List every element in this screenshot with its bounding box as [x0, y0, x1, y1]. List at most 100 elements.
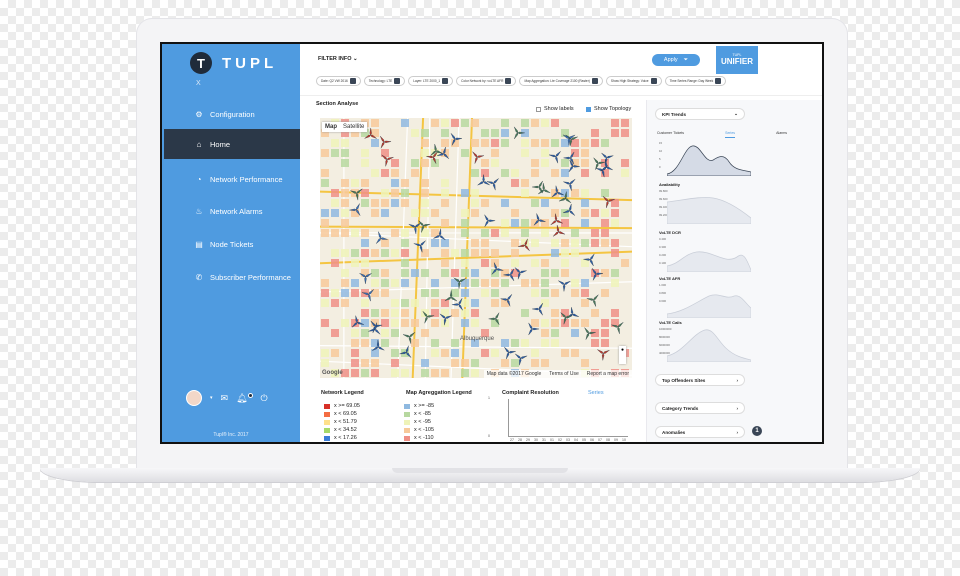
anomalies-button[interactable]: Anomalies › — [655, 426, 745, 438]
aggregation-tile — [421, 159, 429, 167]
phone-icon: ✆ — [195, 272, 203, 282]
site-marker[interactable] — [548, 151, 561, 164]
aggregation-tile — [361, 189, 369, 197]
aggregation-tile — [341, 299, 349, 307]
aggregation-tile — [541, 359, 549, 367]
report-error-link[interactable]: Report a map error — [587, 371, 629, 377]
site-marker[interactable] — [484, 214, 496, 227]
aggregation-tile — [461, 249, 469, 257]
kpi-area-chart — [667, 145, 751, 176]
top-offenders-sites-button[interactable]: Top Offenders Sites › — [655, 374, 745, 386]
site-marker[interactable] — [532, 302, 543, 316]
aggregation-tile — [391, 179, 399, 187]
pegman-icon[interactable]: ● — [619, 346, 626, 355]
kpi-area — [667, 329, 751, 362]
aggregation-tile — [321, 149, 329, 157]
laptop-notch — [392, 468, 568, 473]
filter-info-toggle[interactable]: FILTER INFO ⌄ — [318, 56, 358, 62]
logo-text: TUPL — [222, 54, 278, 72]
kpi-chart-tick: 0.200 — [659, 253, 666, 257]
mail-icon[interactable]: ✉ — [221, 393, 229, 404]
tab-series[interactable]: Series — [725, 131, 736, 138]
map-tab-satellite[interactable]: Satellite — [340, 122, 367, 132]
show-labels-checkbox[interactable] — [536, 106, 541, 112]
aggregation-tile — [601, 269, 609, 277]
site-sector — [532, 307, 540, 311]
aggregation-tile — [451, 339, 459, 347]
aggregation-tile — [341, 179, 349, 187]
site-sector — [492, 183, 496, 191]
complaint-resolution-title: Complaint Resolution — [502, 390, 559, 396]
map-tab-map[interactable]: Map — [322, 122, 340, 132]
aggregation-tile — [481, 169, 489, 177]
close-sidebar-button[interactable]: X — [196, 80, 201, 87]
site-marker[interactable] — [597, 349, 610, 361]
aggregation-tile — [441, 219, 449, 227]
aggregation-tile — [441, 119, 449, 127]
aggregation-tile — [491, 159, 499, 167]
logo[interactable]: T TUPL — [190, 52, 277, 74]
tab-alarms[interactable]: Alarms — [776, 131, 787, 138]
aggregation-tile — [601, 319, 609, 327]
network-map[interactable]: Map Satellite Albuquerque ● Google Map d… — [320, 118, 632, 378]
site-sector — [572, 313, 579, 317]
unifier-logo: TUPL UNIFIER — [716, 46, 758, 74]
aggregation-tile — [551, 289, 559, 297]
aggregation-tile — [501, 279, 509, 287]
site-marker[interactable] — [504, 346, 516, 360]
site-sector — [528, 328, 533, 336]
aggregation-tile — [481, 239, 489, 247]
aggregation-tile — [391, 229, 399, 237]
map-zoom-control[interactable]: ● — [619, 346, 626, 364]
filter-chip-map-aggregation[interactable]: Map Aggregation: Lte Coverage 2100 (Rast… — [519, 76, 603, 86]
aggregation-tile — [471, 309, 479, 317]
chevron-down-icon[interactable]: ▾ — [210, 395, 213, 401]
sidebar-item-network-alarms[interactable]: ♨ Network Alarms — [164, 196, 300, 226]
terms-link[interactable]: Terms of Use — [549, 371, 578, 377]
avatar[interactable] — [186, 390, 202, 406]
header: FILTER INFO ⌄ Apply ⏷ TUPL UNIFIER Date:… — [300, 44, 822, 96]
tab-customer-tickets[interactable]: Customer Tickets — [657, 131, 684, 138]
show-topology-toggle[interactable]: Show Topology — [586, 106, 631, 112]
sidebar-item-configuration[interactable]: ⚙ Configuration — [164, 99, 300, 129]
site-marker[interactable] — [563, 179, 576, 191]
site-marker[interactable] — [558, 280, 571, 292]
category-trends-button[interactable]: Category Trends › — [655, 402, 745, 414]
aggregation-tile — [361, 199, 369, 207]
site-sector — [474, 156, 478, 164]
legend-label: x >= -85 — [414, 403, 435, 409]
aggregation-tile — [331, 229, 339, 237]
aggregation-tile — [571, 249, 579, 257]
filter-chip-color-network[interactable]: Color Network by: voLTE AFR — [456, 76, 517, 86]
notification-icon[interactable]: 🔔︎ — [236, 392, 253, 404]
site-sector — [532, 185, 540, 189]
filter-chip-time-range[interactable]: Time Series Range: Day Week — [664, 76, 727, 86]
aggregation-tile — [371, 269, 379, 277]
kpi-chart-tick: 0.300 — [659, 245, 666, 249]
sidebar-item-node-tickets[interactable]: ▤ Node Tickets — [164, 229, 300, 259]
sidebar-item-subscriber-performance[interactable]: ✆ Subscriber Performance — [164, 262, 300, 292]
kpi-area-chart — [667, 294, 751, 318]
logout-icon[interactable]: ⏻ — [261, 393, 268, 404]
filter-chip-layer[interactable]: Layer: LTE 2000_1 — [408, 76, 454, 86]
show-labels-toggle[interactable]: Show labels — [536, 106, 574, 112]
apply-button[interactable]: Apply ⏷ — [652, 54, 700, 66]
aggregation-tile — [581, 209, 589, 217]
filter-chip-date[interactable]: Date: Q2 VW 2016 — [316, 76, 361, 86]
site-sector — [531, 327, 540, 331]
aggregation-tile — [351, 279, 359, 287]
aggregation-tile — [601, 139, 609, 147]
site-marker[interactable] — [380, 135, 392, 149]
sidebar-item-network-performance[interactable]: ◔ Network Performance — [164, 164, 300, 194]
kpi-trends-dropdown[interactable]: KPI Trends ⌄ — [655, 108, 745, 120]
series-link[interactable]: Series — [588, 390, 604, 396]
site-marker[interactable] — [514, 126, 525, 140]
network-legend-item: x >= 69.05 — [324, 403, 360, 409]
aggregation-tile — [451, 269, 459, 277]
sidebar-item-home[interactable]: ⌂ Home — [164, 129, 300, 159]
aggregation-tile — [491, 139, 499, 147]
show-topology-checkbox[interactable] — [586, 106, 591, 112]
filter-chip-technology[interactable]: Technology: LTE — [363, 76, 406, 86]
site-marker[interactable] — [532, 180, 543, 194]
filter-chip-strategy[interactable]: Show High Strategy: Voice — [605, 76, 662, 86]
